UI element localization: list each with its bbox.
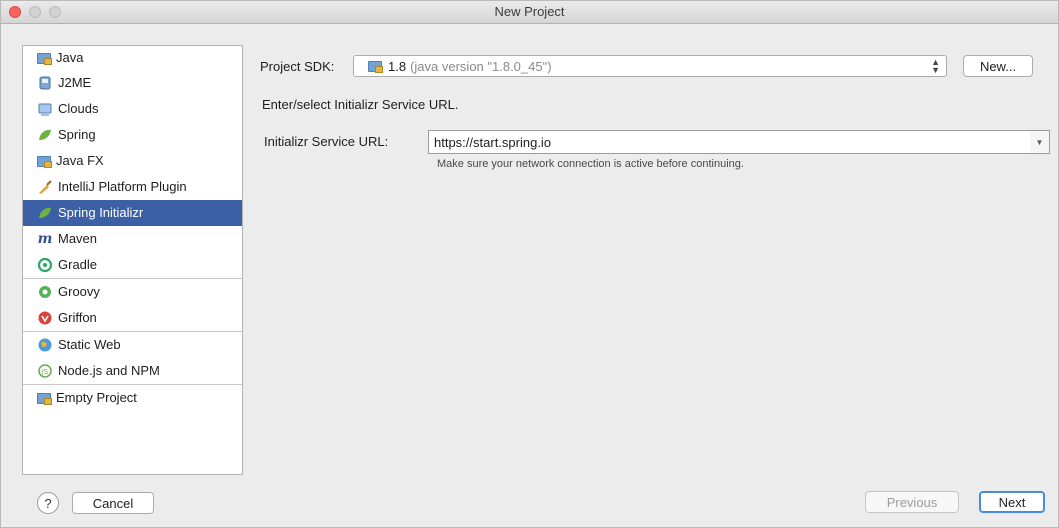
sidebar-item-groovy[interactable]: Groovy [23,279,242,305]
plugin-icon [37,179,53,195]
sidebar-item-label: Griffon [58,310,97,325]
sidebar-item-spring-initializr[interactable]: Spring Initializr [23,200,242,226]
sidebar-item-maven[interactable]: m Maven [23,226,242,252]
j2me-icon [37,75,53,91]
next-button[interactable]: Next [979,491,1045,513]
sidebar-item-label: IntelliJ Platform Plugin [58,179,187,194]
instruction-text: Enter/select Initializr Service URL. [262,97,459,112]
javafx-folder-icon [37,155,52,168]
sidebar-item-spring[interactable]: Spring [23,122,242,148]
sidebar-item-label: Java [56,50,84,65]
sidebar-item-label: Maven [58,231,98,246]
svg-text:JS: JS [41,368,49,376]
sidebar-item-label: Spring Initializr [58,205,144,220]
sdk-detail: (java version "1.8.0_45") [410,58,552,74]
groovy-icon [37,284,53,300]
java-folder-icon [37,52,52,65]
sidebar-item-j2me[interactable]: J2ME [23,70,242,96]
sidebar-item-label: Java FX [56,153,104,168]
project-sdk-label: Project SDK: [260,59,335,74]
sidebar-item-intellij-plugin[interactable]: IntelliJ Platform Plugin [23,174,242,200]
service-url-label: Initializr Service URL: [264,134,389,149]
sidebar-item-label: Groovy [58,284,100,299]
sidebar-item-java-fx[interactable]: Java FX [23,148,242,174]
project-sdk-select[interactable]: 1.8 (java version "1.8.0_45") ▲ ▼ [353,55,947,77]
service-url-input[interactable]: https://start.spring.io [428,130,1031,154]
title-bar: New Project [1,1,1058,24]
empty-project-icon [37,392,52,405]
chevron-down-icon: ▼ [1035,137,1044,147]
cancel-button[interactable]: Cancel [72,492,154,514]
sidebar-item-label: Node.js and NPM [58,363,160,378]
sidebar-item-empty-project[interactable]: Empty Project [23,385,242,411]
maven-icon: m [37,231,53,247]
gradle-icon [37,257,53,273]
project-type-group: Empty Project [23,385,242,411]
previous-button[interactable]: Previous [865,491,959,513]
project-type-group: Static Web JS Node.js and NPM [23,332,242,385]
nodejs-icon: JS [37,363,53,379]
sidebar-item-label: Static Web [58,337,121,352]
new-project-window: New Project Java J2ME Clouds Spring Java… [0,0,1059,528]
griffon-icon [37,310,53,326]
project-type-group: Groovy Griffon [23,279,242,332]
sidebar-item-gradle[interactable]: Gradle [23,252,242,278]
spring-initializr-icon [37,205,53,221]
project-type-group: Java J2ME Clouds Spring Java FX IntelliJ… [23,46,242,279]
sidebar-item-clouds[interactable]: Clouds [23,96,242,122]
connection-hint: Make sure your network connection is act… [437,158,744,170]
sidebar-item-nodejs[interactable]: JS Node.js and NPM [23,358,242,384]
spring-leaf-icon [37,127,53,143]
sdk-folder-icon [368,60,383,73]
sidebar-item-java[interactable]: Java [23,46,242,70]
sidebar-item-label: J2ME [58,75,92,90]
select-arrows-icon: ▲ ▼ [931,57,940,75]
service-url-dropdown[interactable]: ▼ [1030,130,1050,154]
clouds-icon [37,101,53,117]
static-web-icon [37,337,53,353]
sidebar-item-static-web[interactable]: Static Web [23,332,242,358]
sidebar-item-label: Clouds [58,101,99,116]
sidebar-item-label: Spring [58,127,96,142]
sdk-version: 1.8 [388,58,407,74]
sidebar-item-griffon[interactable]: Griffon [23,305,242,331]
sidebar-item-label: Gradle [58,257,98,272]
window-title: New Project [494,4,565,19]
new-sdk-button[interactable]: New... [963,55,1033,77]
sidebar-item-label: Empty Project [56,390,137,405]
project-type-list: Java J2ME Clouds Spring Java FX IntelliJ… [22,45,243,475]
help-button[interactable]: ? [37,492,59,514]
